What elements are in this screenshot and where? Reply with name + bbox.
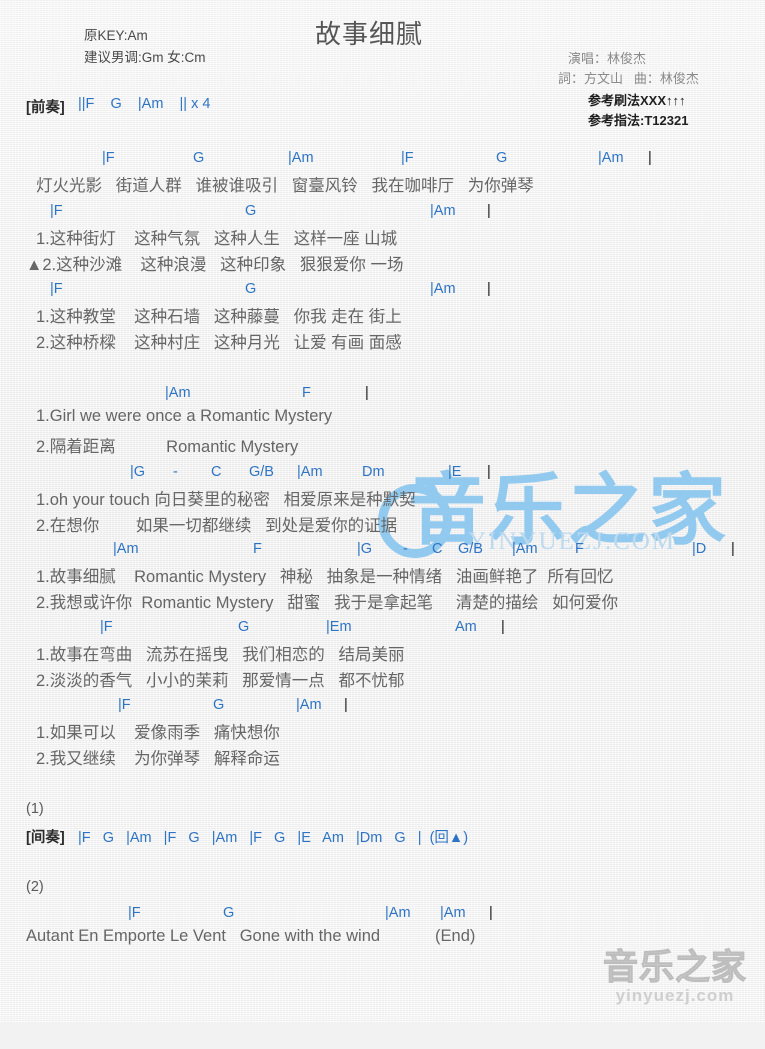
chord: G bbox=[496, 150, 508, 166]
chord: |Am bbox=[440, 905, 466, 921]
bar-line: | bbox=[489, 905, 493, 921]
bar-line: | bbox=[487, 203, 491, 219]
strum-pattern-label: 参考刷法XXX↑↑↑ bbox=[588, 93, 686, 108]
chord: |E bbox=[448, 464, 462, 480]
chord: |Am bbox=[165, 385, 191, 401]
chord: G bbox=[238, 619, 250, 635]
intro-bars: ||F G |Am || x 4 bbox=[78, 96, 211, 112]
chord: |F bbox=[102, 150, 115, 166]
chord: |G bbox=[130, 464, 146, 480]
bar-line: | bbox=[487, 281, 491, 297]
chord: C bbox=[211, 464, 222, 480]
fingering-pattern-label: 参考指法:T12321 bbox=[588, 113, 689, 128]
chord: |F bbox=[50, 281, 63, 297]
chord: |G bbox=[357, 541, 373, 557]
chord: - bbox=[173, 464, 178, 480]
chord: |F bbox=[128, 905, 141, 921]
lyric-line: 2.在想你 如果一切都继续 到处是爱你的证据 bbox=[36, 517, 398, 535]
chord: |Am bbox=[430, 281, 456, 297]
credits-label: 詞：方文山 曲：林俊杰 bbox=[558, 71, 699, 86]
chord: |Am bbox=[297, 464, 323, 480]
chord: |Am bbox=[288, 150, 314, 166]
interlude-bars: |F G |Am |F G |Am |F G |E Am |Dm G | (回▲… bbox=[78, 830, 469, 846]
chord: |Am bbox=[430, 203, 456, 219]
chord: |F bbox=[50, 203, 63, 219]
chord: |Am bbox=[113, 541, 139, 557]
chord: F bbox=[253, 541, 262, 557]
chord: |Am bbox=[296, 697, 322, 713]
lyric-line: 2.淡淡的香气 小小的茉莉 那爱情一点 都不忧郁 bbox=[36, 672, 405, 690]
original-key-label: 原KEY:Am bbox=[84, 28, 148, 43]
chord: - bbox=[403, 541, 408, 557]
chord: G/B bbox=[458, 541, 483, 557]
lyric-line: 1.这种街灯 这种气氛 这种人生 这样一座 山城 bbox=[36, 230, 398, 248]
chord: |Am bbox=[385, 905, 411, 921]
bar-line: | bbox=[648, 150, 652, 166]
lyric-line: 灯火光影 街道人群 谁被谁吸引 窗臺风铃 我在咖啡厅 为你弹琴 bbox=[36, 177, 534, 195]
chord: G/B bbox=[249, 464, 274, 480]
lyric-line: 2.隔着距离 Romantic Mystery bbox=[36, 438, 299, 456]
lyric-line: 2.我想或许你 Romantic Mystery 甜蜜 我于是拿起笔 清楚的描绘… bbox=[36, 594, 619, 612]
lyric-line: 1.如果可以 爱像雨季 痛快想你 bbox=[36, 724, 280, 742]
lyric-line: 1.这种教堂 这种石墙 这种藤蔓 你我 走在 街上 bbox=[36, 308, 402, 326]
chord-sheet: 故事细腻 原KEY:Am 建议男调:Gm 女:Cm 演唱：林俊杰 詞：方文山 曲… bbox=[0, 0, 765, 1022]
singer-label: 演唱：林俊杰 bbox=[568, 51, 647, 66]
suggested-key-label: 建议男调:Gm 女:Cm bbox=[84, 50, 206, 65]
chord: G bbox=[193, 150, 205, 166]
chord: F bbox=[302, 385, 311, 401]
chord: C bbox=[432, 541, 443, 557]
chord: |Am bbox=[512, 541, 538, 557]
intro-section-tag: [前奏] bbox=[26, 100, 65, 116]
chord: F bbox=[575, 541, 584, 557]
lyric-line: ▲2.这种沙滩 这种浪漫 这种印象 狠狠爱你 一场 bbox=[26, 256, 404, 274]
interlude-section-tag: [间奏] bbox=[26, 830, 65, 846]
lyric-line: 2.这种桥樑 这种村庄 这种月光 让爱 有画 面感 bbox=[36, 334, 402, 352]
bar-line: | bbox=[501, 619, 505, 635]
section-ending: |F G |Am |Am | Autant En Emporte Le Vent… bbox=[0, 905, 765, 1049]
page-title: 故事细腻 bbox=[315, 19, 424, 49]
lyric-line: 1.故事在弯曲 流苏在摇曳 我们相恋的 结局美丽 bbox=[36, 646, 405, 664]
bar-line: | bbox=[731, 541, 735, 557]
chord: Am bbox=[455, 619, 477, 635]
chord: G bbox=[245, 281, 257, 297]
bar-line: | bbox=[487, 464, 491, 480]
bar-line: | bbox=[344, 697, 348, 713]
chord: |Am bbox=[598, 150, 624, 166]
lyric-line: 2.我又继续 为你弹琴 解释命运 bbox=[36, 750, 280, 768]
chord: Dm bbox=[362, 464, 385, 480]
chord: |D bbox=[692, 541, 707, 557]
chord: |F bbox=[401, 150, 414, 166]
ending-number: (2) bbox=[26, 879, 44, 895]
chord: |F bbox=[118, 697, 131, 713]
section-chorus-4: |F G |Am | 1.如果可以 爱像雨季 痛快想你 2.我又继续 为你弹琴 … bbox=[0, 697, 765, 841]
lyric-line: 1.Girl we were once a Romantic Mystery bbox=[36, 407, 333, 425]
chord: G bbox=[223, 905, 235, 921]
chord: G bbox=[245, 203, 257, 219]
chord: |Em bbox=[326, 619, 352, 635]
chord: |F bbox=[100, 619, 113, 635]
chord: G bbox=[213, 697, 225, 713]
interlude-number: (1) bbox=[26, 801, 44, 817]
lyric-line: 1.故事细腻 Romantic Mystery 神秘 抽象是一种情绪 油画鲜艳了… bbox=[36, 568, 614, 586]
lyric-line: 1.oh your touch 向日葵里的秘密 相爱原来是种默契 bbox=[36, 491, 416, 509]
bar-line: | bbox=[365, 385, 369, 401]
lyric-line: Autant En Emporte Le Vent Gone with the … bbox=[26, 927, 476, 945]
